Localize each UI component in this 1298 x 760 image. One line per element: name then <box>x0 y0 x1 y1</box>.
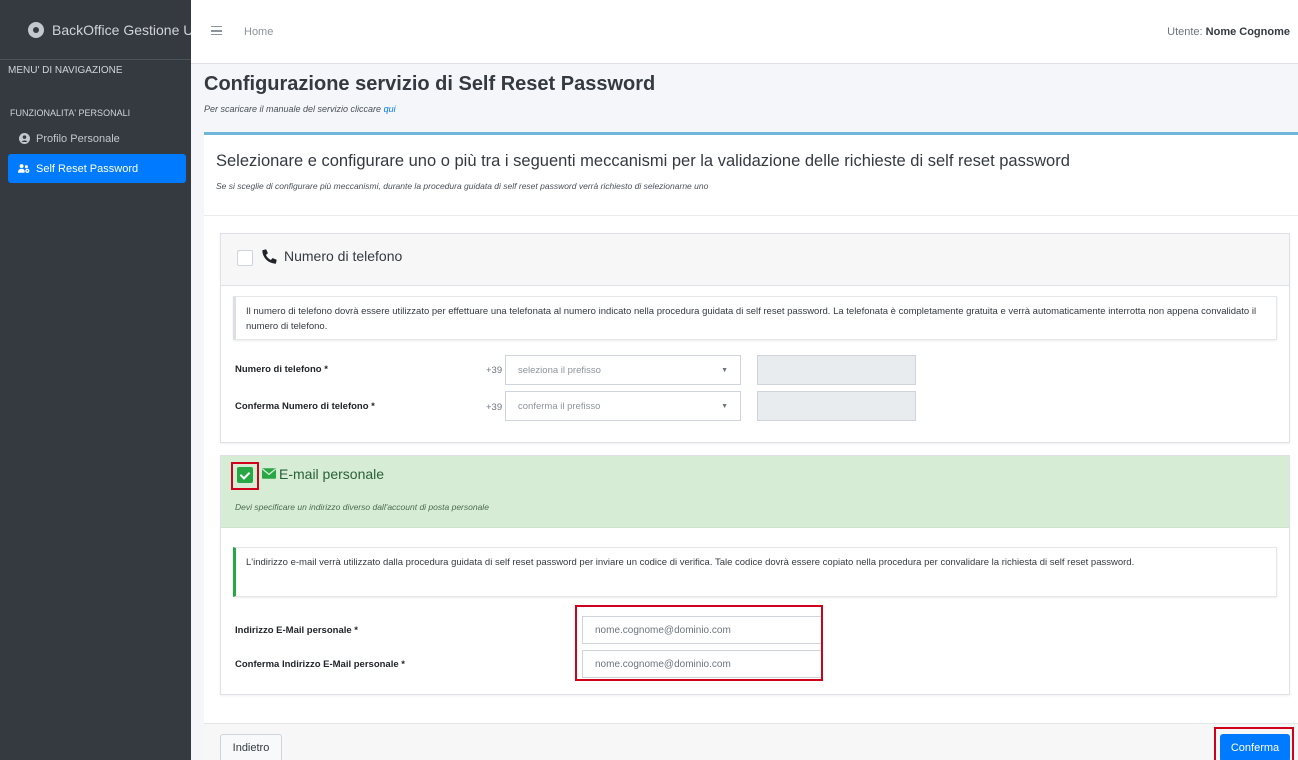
confirm-phone-prefix-select[interactable]: conferma il prefisso ▼ <box>505 391 741 421</box>
select-placeholder: seleziona il prefisso <box>518 364 601 376</box>
phone-prefix-select[interactable]: seleziona il prefisso ▼ <box>505 355 741 385</box>
email-section: E-mail personale Devi specificare un ind… <box>220 455 1290 695</box>
select-placeholder: conferma il prefisso <box>518 400 601 412</box>
phone-description: Il numero di telefono dovrà essere utili… <box>233 296 1277 340</box>
user-name: Nome Cognome <box>1205 26 1290 38</box>
section-header: FUNZIONALITA' PERSONALI <box>10 108 131 118</box>
menu-toggle-icon[interactable] <box>211 26 222 35</box>
nav-header: MENU' DI NAVIGAZIONE <box>8 65 123 76</box>
sidebar: BackOffice Gestione Utenti MENU' DI NAVI… <box>0 0 191 760</box>
email-section-title: E-mail personale <box>279 466 385 482</box>
back-button[interactable]: Indietro <box>220 734 282 760</box>
email-note: Devi specificare un indirizzo diverso da… <box>235 502 489 512</box>
users-cog-icon <box>18 163 30 175</box>
phone-checkbox[interactable] <box>237 250 253 266</box>
brand[interactable]: BackOffice Gestione Utenti <box>0 0 191 60</box>
home-link[interactable]: Home <box>244 26 273 38</box>
highlight-box <box>1214 727 1294 760</box>
highlight-box <box>231 462 259 490</box>
confirm-phone-number-input[interactable] <box>757 391 916 421</box>
phone-section-header: Numero di telefono <box>221 234 1289 286</box>
sidebar-item-self-reset-password[interactable]: Self Reset Password <box>8 154 186 183</box>
caret-down-icon: ▼ <box>721 366 728 374</box>
sidebar-item-label: Profilo Personale <box>36 132 120 145</box>
card-title: Selezionare e configurare uno o più tra … <box>216 152 1070 170</box>
user-label: Utente: <box>1167 26 1203 38</box>
user-info: Utente: Nome Cognome <box>1167 26 1290 38</box>
phone-section: Numero di telefono Il numero di telefono… <box>220 233 1290 443</box>
manual-text: Per scaricare il manuale del servizio cl… <box>204 104 382 114</box>
confirm-phone-number-label: Conferma Numero di telefono * <box>235 401 375 412</box>
card-subtitle: Se si sceglie di configurare più meccani… <box>216 181 709 191</box>
confirm-phone-prefix: +39 <box>486 402 503 413</box>
brand-title: BackOffice Gestione Utenti <box>52 21 191 38</box>
email-section-header: E-mail personale Devi specificare un ind… <box>221 456 1289 528</box>
highlight-box <box>575 605 823 681</box>
email-label: Indirizzo E-Mail personale * <box>235 625 358 636</box>
page-title: Configurazione servizio di Self Reset Pa… <box>204 73 656 95</box>
phone-prefix: +39 <box>486 365 503 376</box>
topbar: Home Utente: Nome Cognome <box>191 0 1298 64</box>
phone-icon <box>261 248 277 264</box>
manual-link[interactable]: qui <box>384 104 396 114</box>
user-circle-icon <box>18 133 30 145</box>
config-card: Selezionare e configurare uno o più tra … <box>204 132 1298 760</box>
phone-section-title: Numero di telefono <box>284 248 403 264</box>
envelope-icon <box>261 465 277 481</box>
sidebar-item-label: Self Reset Password <box>36 162 139 175</box>
phone-number-label: Numero di telefono * <box>235 364 328 375</box>
sidebar-item-profilo-personale[interactable]: Profilo Personale <box>8 124 186 153</box>
page-subtitle: Per scaricare il manuale del servizio cl… <box>204 104 396 114</box>
divider <box>204 215 1298 216</box>
confirm-email-label: Conferma Indirizzo E-Mail personale * <box>235 659 405 670</box>
email-description: L'indirizzo e-mail verrà utilizzato dall… <box>233 547 1277 597</box>
phone-number-input[interactable] <box>757 355 916 385</box>
card-footer: Indietro Conferma <box>204 723 1298 760</box>
caret-down-icon: ▼ <box>721 402 728 410</box>
brand-logo-icon <box>28 21 44 38</box>
